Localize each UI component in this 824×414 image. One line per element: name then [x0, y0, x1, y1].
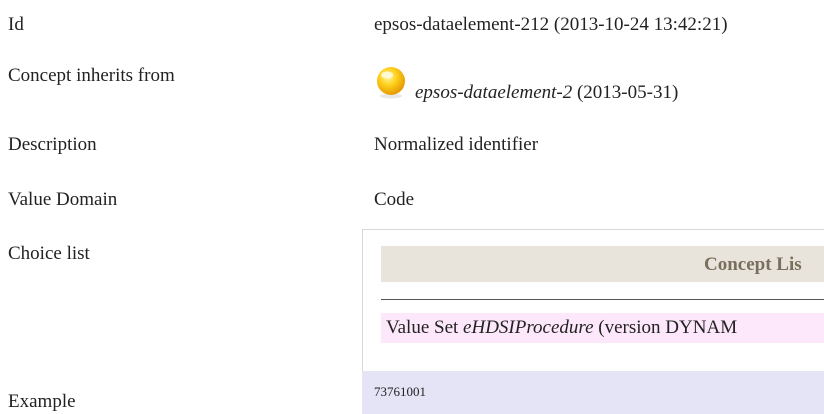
- valueset-name-link[interactable]: eHDSIProcedure: [463, 317, 594, 338]
- choice-list-panel: Concept Lis Value Set eHDSIProcedure (ve…: [362, 229, 824, 373]
- valueset-row: Value Set eHDSIProcedure (version DYNAM: [381, 313, 824, 343]
- concept-detail-page: Id epsos-dataelement-212 (2013-10-24 13:…: [0, 0, 824, 414]
- id-label: Id: [8, 14, 24, 35]
- id-value: epsos-dataelement-212 (2013-10-24 13:42:…: [374, 14, 728, 35]
- inherits-date: (2013-05-31): [576, 82, 679, 103]
- example-value: 73761001: [374, 384, 426, 399]
- inherits-label: Concept inherits from: [8, 65, 175, 86]
- example-box: 73761001: [362, 371, 824, 414]
- valueset-prefix: Value Set: [386, 317, 464, 338]
- valueset-text: Value Set eHDSIProcedure (version DYNAM: [386, 317, 737, 339]
- concept-list-title: Concept Lis: [704, 254, 802, 275]
- yellow-circle-icon: [377, 67, 405, 99]
- description-label: Description: [8, 134, 97, 155]
- choice-list-label: Choice list: [8, 243, 90, 264]
- concept-list-header: Concept Lis: [381, 246, 824, 282]
- inherits-ref-link[interactable]: epsos-dataelement-2: [415, 82, 572, 103]
- valueset-suffix: (version DYNAM: [593, 317, 738, 338]
- example-label: Example: [8, 391, 76, 412]
- concept-list-divider: [381, 299, 824, 300]
- value-domain-label: Value Domain: [8, 189, 118, 210]
- description-value: Normalized identifier: [374, 134, 539, 155]
- inherits-text: epsos-dataelement-2 (2013-05-31): [415, 82, 678, 104]
- value-domain-value: Code: [374, 189, 415, 210]
